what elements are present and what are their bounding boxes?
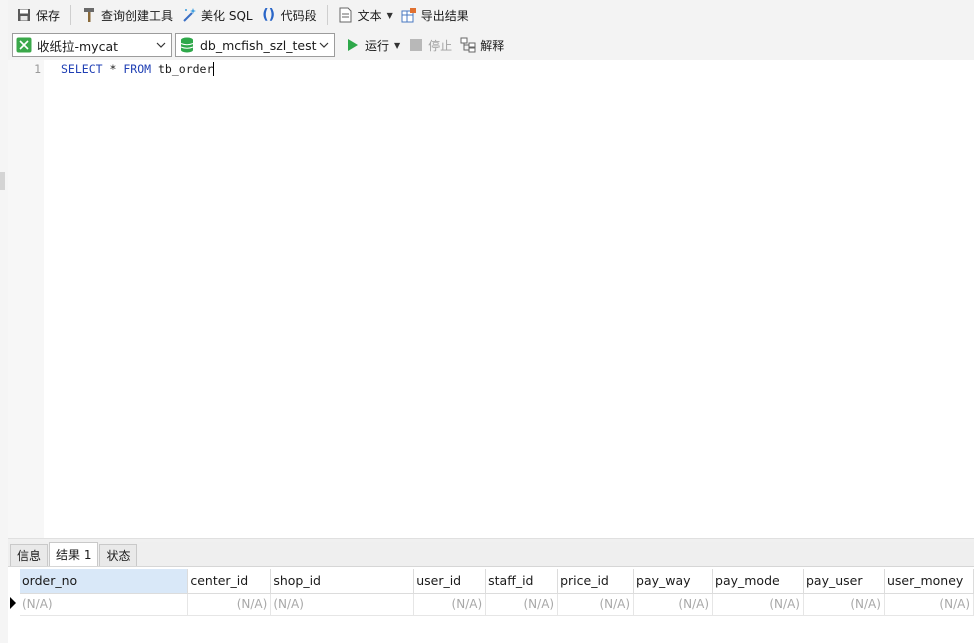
explain-tree-icon [460, 37, 476, 53]
export-results-label: 导出结果 [420, 8, 469, 23]
left-panel-collapse-handle[interactable] [0, 172, 5, 190]
toolbar-divider [326, 5, 328, 25]
database-select[interactable]: db_mcfish_szl_test [175, 33, 335, 57]
text-mode-label: 文本 [357, 8, 382, 23]
tab-result-1[interactable]: 结果 1 [49, 542, 99, 566]
text-cursor [213, 62, 215, 76]
export-table-icon [401, 7, 417, 23]
column-header[interactable]: shop_id [270, 569, 415, 594]
beautify-sql-button[interactable]: 美化 SQL [177, 3, 257, 27]
table-cell[interactable]: (N/A) [712, 593, 804, 616]
sql-editor[interactable]: 1 SELECT * FROM tb_order [8, 60, 974, 538]
parentheses-icon: () [262, 7, 275, 23]
code-snippet-label: 代码段 [280, 8, 317, 23]
table-header-row: order_no center_id shop_id user_id staff… [20, 569, 974, 594]
column-header[interactable]: staff_id [485, 569, 559, 594]
stop-icon [408, 37, 424, 53]
current-row-arrow-icon [10, 597, 16, 609]
table-cell[interactable]: (N/A) [187, 593, 272, 616]
tab-result-label: 结果 1 [56, 548, 92, 562]
magic-wand-icon [181, 7, 197, 23]
line-number-gutter: 1 [8, 60, 44, 538]
stop-label: 停止 [428, 38, 453, 53]
column-header[interactable]: pay_way [633, 569, 714, 594]
tab-info[interactable]: 信息 [10, 544, 49, 566]
stop-button[interactable]: 停止 [404, 33, 456, 57]
column-header[interactable]: order_no [20, 569, 189, 594]
table-cell[interactable]: (N/A) [413, 593, 487, 616]
table-cell[interactable]: (N/A) [803, 593, 885, 616]
table-row[interactable]: (N/A) (N/A) (N/A) (N/A) (N/A) (N/A) (N/A… [20, 593, 974, 616]
explain-button[interactable]: 解释 [456, 33, 508, 57]
run-button[interactable]: 运行 ▼ [341, 33, 404, 57]
chevron-down-icon [156, 42, 166, 48]
chevron-down-icon [319, 42, 329, 48]
sql-keyword: SELECT [61, 62, 103, 76]
table-cell[interactable]: (N/A) [633, 593, 714, 616]
table-cell[interactable]: (N/A) [20, 593, 189, 616]
result-tabs: 信息 结果 1 状态 [8, 542, 974, 567]
table-cell[interactable]: (N/A) [884, 593, 974, 616]
text-mode-button[interactable]: 文本 ▼ [334, 3, 397, 27]
save-icon [16, 7, 32, 23]
code-snippet-button[interactable]: () 代码段 [257, 3, 321, 27]
connection-select[interactable]: 收纸拉-mycat [12, 33, 172, 57]
play-icon [345, 37, 361, 53]
sql-keyword: FROM [123, 62, 152, 76]
result-grid[interactable]: order_no center_id shop_id user_id staff… [8, 567, 974, 643]
database-name: db_mcfish_szl_test [200, 37, 317, 53]
column-header[interactable]: user_id [413, 569, 487, 594]
run-toolbar: 收纸拉-mycat db_mcfish_szl_test 运行 ▼ 停止 解释 [8, 30, 974, 60]
sql-table-name: tb_order [158, 62, 214, 76]
dropdown-caret-icon: ▼ [386, 10, 393, 20]
table-cell[interactable]: (N/A) [270, 593, 415, 616]
query-builder-button[interactable]: 查询创建工具 [77, 3, 177, 27]
tab-status[interactable]: 状态 [99, 544, 138, 566]
dropdown-caret-icon: ▼ [394, 40, 401, 50]
database-icon [179, 37, 195, 53]
export-results-button[interactable]: 导出结果 [397, 3, 473, 27]
column-header[interactable]: price_id [557, 569, 635, 594]
query-builder-label: 查询创建工具 [101, 8, 174, 23]
main-toolbar: 保存 查询创建工具 美化 SQL () 代码段 文本 ▼ 导出结果 [8, 0, 974, 30]
code-line[interactable]: SELECT * FROM tb_order [61, 62, 215, 76]
connection-icon [16, 37, 32, 53]
hammer-icon [81, 7, 97, 23]
connection-name: 收纸拉-mycat [37, 38, 119, 54]
save-button[interactable]: 保存 [12, 3, 64, 27]
beautify-sql-label: 美化 SQL [201, 8, 253, 23]
tab-info-label: 信息 [17, 549, 42, 563]
toolbar-divider [70, 5, 72, 25]
run-label: 运行 [365, 38, 390, 53]
sql-star: * [109, 62, 117, 76]
table-cell[interactable]: (N/A) [557, 593, 635, 616]
tab-status-label: 状态 [106, 549, 131, 563]
line-number: 1 [34, 62, 41, 76]
left-panel-edge [0, 0, 8, 643]
result-table: order_no center_id shop_id user_id staff… [20, 569, 974, 616]
table-cell[interactable]: (N/A) [485, 593, 559, 616]
save-label: 保存 [36, 8, 61, 23]
explain-label: 解释 [480, 38, 505, 53]
column-header[interactable]: center_id [187, 569, 272, 594]
column-header[interactable]: pay_mode [712, 569, 804, 594]
column-header[interactable]: pay_user [803, 569, 885, 594]
document-icon [338, 7, 354, 23]
column-header[interactable]: user_money [884, 569, 974, 594]
